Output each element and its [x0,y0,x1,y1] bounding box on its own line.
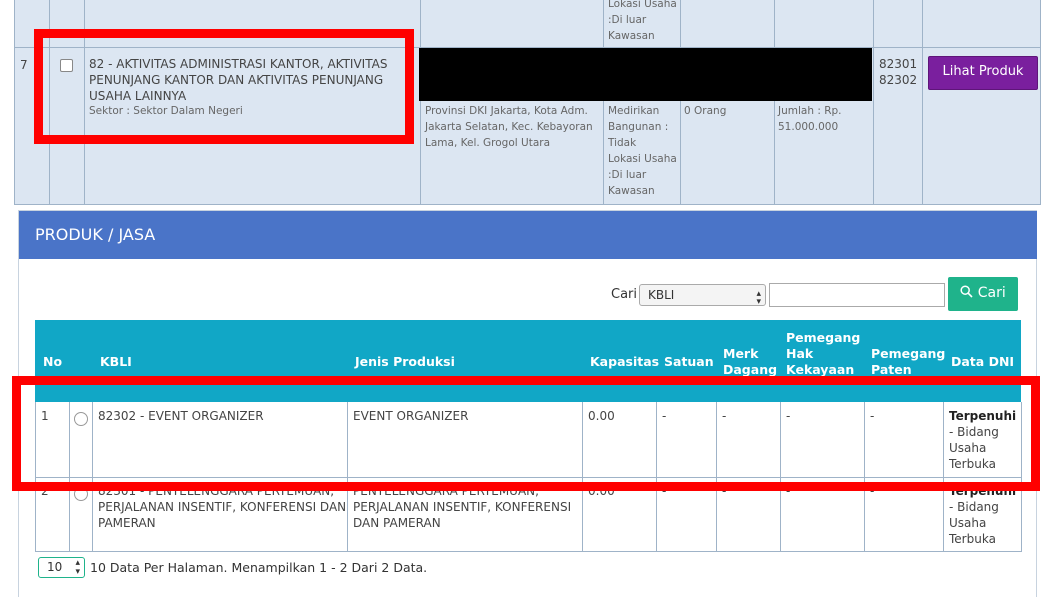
tenaga-kerja: 0 Orang [684,105,727,117]
search-input[interactable] [769,283,945,307]
select-arrows-icon: ▴ ▾ [75,558,80,577]
header-pemegang-paten: Pemegang Paten [871,346,946,377]
header-kapasitas: Kapasitas [590,354,660,369]
per-page-select[interactable]: 10 ▴ ▾ [38,557,85,578]
panel-title: PRODUK / JASA [35,225,156,244]
search-button[interactable]: Cari [948,277,1018,311]
kbli-codes: 82301 82302 [879,57,918,87]
address: Provinsi DKI Jakarta, Kota Adm. Jakarta … [425,105,593,149]
highlight-box-row [12,376,1040,491]
search-field-select-value: KBLI [648,288,675,302]
per-page-value: 10 [47,560,63,574]
panel-header [19,211,1037,259]
header-kbli: KBLI [100,354,132,369]
header-pemegang-hak: Pemegang Hak Kekayaan [786,330,861,377]
search-icon [960,277,973,309]
search-button-label: Cari [977,285,1006,301]
header-no: No [43,354,63,369]
highlight-box-kbli [34,29,414,144]
lihat-produk-button[interactable]: Lihat Produk [928,56,1038,90]
header-jenis-produksi: Jenis Produksi [355,354,455,369]
search-field-select[interactable]: KBLI ▴ ▾ [639,284,766,307]
bangunan-info: Medirikan Bangunan : Tidak Lokasi Usaha … [608,105,677,197]
header-merk-dagang: Merk Dagang [723,346,778,377]
row-number: 7 [20,58,28,72]
investasi: Jumlah : Rp. 51.000.000 [778,105,842,133]
pagination-info: 10 Data Per Halaman. Menampilkan 1 - 2 D… [90,560,428,575]
select-arrows-down-icon: ▾ [756,297,761,307]
header-satuan: Satuan [664,354,714,369]
search-label: Cari [611,287,637,302]
prev-row-lokasi: Lokasi Usaha :Di luar Kawasan [608,0,677,42]
header-data-dni: Data DNI [951,354,1015,369]
redacted-block [419,48,872,101]
row-dni: Terpenuhi - Bidang Usaha Terbuka [949,484,1017,546]
